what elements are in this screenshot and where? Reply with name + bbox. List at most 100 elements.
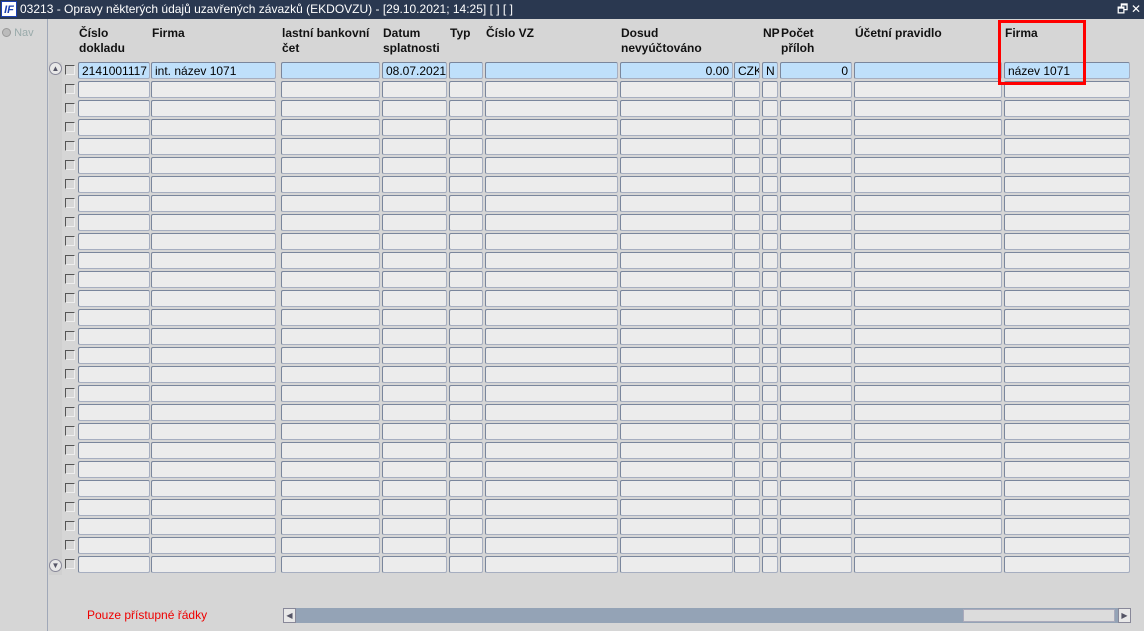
cell-np[interactable]: [762, 309, 778, 326]
cell-firma[interactable]: [151, 385, 276, 402]
cell-bank[interactable]: [281, 233, 380, 250]
cell-datum[interactable]: [382, 461, 447, 478]
cell-typ[interactable]: [449, 442, 483, 459]
cell-dosud[interactable]: [620, 518, 733, 535]
cell-firma[interactable]: [151, 309, 276, 326]
cell-dosud[interactable]: [620, 138, 733, 155]
cell-firma[interactable]: [151, 518, 276, 535]
cell-mena[interactable]: [734, 499, 760, 516]
cell-np[interactable]: [762, 176, 778, 193]
cell-np[interactable]: [762, 138, 778, 155]
cell-datum[interactable]: [382, 480, 447, 497]
close-icon[interactable]: ✕: [1131, 0, 1141, 19]
cell-firma[interactable]: [151, 366, 276, 383]
cell-bank[interactable]: [281, 347, 380, 364]
cell-bank[interactable]: [281, 176, 380, 193]
cell-pocet[interactable]: [780, 100, 852, 117]
cell-bank[interactable]: [281, 480, 380, 497]
row-checkbox[interactable]: [65, 255, 75, 265]
cell-pocet[interactable]: [780, 537, 852, 554]
cell-firma[interactable]: [151, 499, 276, 516]
cell-vz[interactable]: [485, 556, 618, 573]
cell-datum[interactable]: [382, 81, 447, 98]
cell-mena[interactable]: [734, 347, 760, 364]
cell-typ[interactable]: [449, 290, 483, 307]
cell-np[interactable]: [762, 404, 778, 421]
row-checkbox[interactable]: [65, 407, 75, 417]
cell-pravidlo[interactable]: [854, 461, 1002, 478]
cell-pravidlo[interactable]: [854, 81, 1002, 98]
row-checkbox[interactable]: [65, 312, 75, 322]
cell-datum[interactable]: [382, 271, 447, 288]
cell-mena[interactable]: [734, 309, 760, 326]
cell-datum[interactable]: [382, 290, 447, 307]
row-checkbox[interactable]: [65, 217, 75, 227]
cell-cislo[interactable]: [78, 366, 150, 383]
cell-typ[interactable]: [449, 271, 483, 288]
cell-typ[interactable]: [449, 404, 483, 421]
cell-firma2[interactable]: [1004, 404, 1130, 421]
cell-bank[interactable]: [281, 461, 380, 478]
cell-cislo[interactable]: [78, 81, 150, 98]
cell-datum[interactable]: [382, 100, 447, 117]
cell-vz[interactable]: [485, 537, 618, 554]
cell-vz[interactable]: [485, 518, 618, 535]
cell-cislo[interactable]: [78, 499, 150, 516]
nav-radio[interactable]: Nav: [2, 27, 34, 39]
cell-pravidlo[interactable]: [854, 385, 1002, 402]
cell-cislo[interactable]: [78, 442, 150, 459]
cell-mena[interactable]: [734, 518, 760, 535]
cell-bank[interactable]: [281, 556, 380, 573]
cell-pocet[interactable]: [780, 556, 852, 573]
row-checkbox[interactable]: [65, 274, 75, 284]
cell-pravidlo[interactable]: [854, 480, 1002, 497]
cell-np[interactable]: [762, 252, 778, 269]
cell-dosud[interactable]: [620, 499, 733, 516]
cell-firma2[interactable]: [1004, 556, 1130, 573]
cell-np[interactable]: N: [762, 62, 778, 79]
cell-mena[interactable]: [734, 214, 760, 231]
cell-pocet[interactable]: [780, 233, 852, 250]
cell-firma[interactable]: int. název 1071: [151, 62, 276, 79]
cell-firma2[interactable]: [1004, 366, 1130, 383]
cell-datum[interactable]: [382, 556, 447, 573]
cell-firma[interactable]: [151, 290, 276, 307]
cell-cislo[interactable]: [78, 157, 150, 174]
cell-pocet[interactable]: [780, 366, 852, 383]
row-checkbox[interactable]: [65, 103, 75, 113]
cell-firma2[interactable]: [1004, 271, 1130, 288]
cell-mena[interactable]: [734, 290, 760, 307]
cell-pocet[interactable]: [780, 328, 852, 345]
cell-np[interactable]: [762, 537, 778, 554]
vertical-scrollbar[interactable]: ▲ ▼: [49, 62, 62, 575]
cell-mena[interactable]: [734, 328, 760, 345]
cell-firma[interactable]: [151, 556, 276, 573]
cell-firma[interactable]: [151, 480, 276, 497]
row-checkbox[interactable]: [65, 521, 75, 531]
cell-pocet[interactable]: [780, 518, 852, 535]
row-checkbox[interactable]: [65, 426, 75, 436]
cell-vz[interactable]: [485, 62, 618, 79]
cell-firma2[interactable]: [1004, 119, 1130, 136]
cell-typ[interactable]: [449, 233, 483, 250]
cell-mena[interactable]: [734, 366, 760, 383]
cell-bank[interactable]: [281, 138, 380, 155]
cell-typ[interactable]: [449, 518, 483, 535]
cell-bank[interactable]: [281, 423, 380, 440]
cell-pocet[interactable]: [780, 404, 852, 421]
cell-np[interactable]: [762, 347, 778, 364]
cell-typ[interactable]: [449, 309, 483, 326]
cell-np[interactable]: [762, 385, 778, 402]
cell-bank[interactable]: [281, 252, 380, 269]
cell-mena[interactable]: [734, 556, 760, 573]
cell-np[interactable]: [762, 366, 778, 383]
row-checkbox[interactable]: [65, 84, 75, 94]
cell-mena[interactable]: [734, 404, 760, 421]
cell-np[interactable]: [762, 499, 778, 516]
cell-bank[interactable]: [281, 328, 380, 345]
cell-bank[interactable]: [281, 290, 380, 307]
row-checkbox[interactable]: [65, 388, 75, 398]
cell-mena[interactable]: [734, 480, 760, 497]
cell-cislo[interactable]: [78, 100, 150, 117]
cell-bank[interactable]: [281, 404, 380, 421]
